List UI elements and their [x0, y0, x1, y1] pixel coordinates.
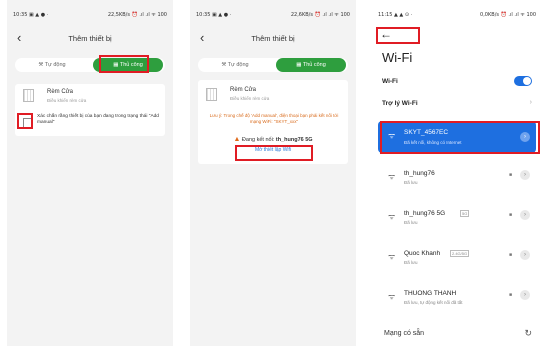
status-bar: 11:15 ▲ ▲ ⊙ · 0,0KB/s ⏰ .ıl .ıl ᯤ 100: [378, 10, 536, 20]
wrench-icon: ⚒: [221, 62, 227, 68]
network-row[interactable]: ᯤ th_hung76 Đã lưu ■ ›: [378, 166, 536, 190]
curtain-icon: [23, 89, 34, 102]
wrench-icon: ⚒: [38, 62, 44, 68]
lock-icon: ■: [508, 252, 512, 258]
network-detail-icon[interactable]: ›: [520, 170, 530, 180]
grid-icon: ▦: [296, 62, 302, 68]
warning-text: Lưu ý: Trong chế độ 'Add manual', điện t…: [209, 113, 339, 124]
status-bar: 10:35 ▣ ▲ ● · 22,6KB/s ⏰ .ıl .ıl ᯤ 100: [196, 10, 350, 20]
connected-label: Đang kết nối:: [241, 137, 275, 143]
wifi-signal-icon: ᯤ: [388, 172, 396, 181]
highlight-box-network: [380, 121, 540, 154]
network-name: th_hung76 5G: [404, 210, 446, 217]
status-bar: 10:35 ▣ ▲ ● · 22,5KB/s ⏰ .ıl .ıl ᯤ 100: [13, 10, 167, 20]
highlight-box-link: [235, 145, 313, 161]
wifi-signal-icon: ᯤ: [388, 212, 396, 221]
page-title: Wi-Fi: [382, 50, 413, 65]
network-name: THUONG THANH: [404, 290, 457, 297]
device-subtitle: Điều khiển rèm cửa: [47, 98, 87, 103]
phone-screen-2: 10:35 ▣ ▲ ● · 22,6KB/s ⏰ .ıl .ıl ᯤ 100 ‹…: [190, 0, 356, 346]
mode-toggle: ⚒ Tự động ▦ Thủ công: [198, 58, 348, 72]
band-badge: 2.4G/5G: [450, 250, 470, 257]
confirm-text: Xác chắn rằng thiết bị của bạn đang tron…: [37, 114, 159, 125]
network-status: Đã lưu: [404, 220, 418, 225]
network-status: Đã lưu: [404, 180, 418, 185]
header: ‹ Thêm thiết bị: [7, 30, 173, 50]
network-status: Đã lưu, tự động kết nối đã tắt: [404, 300, 463, 305]
device-name: Rèm Cửa: [47, 89, 74, 95]
wifi-signal-icon: ᯤ: [388, 252, 396, 261]
highlight-box-back: [376, 27, 420, 44]
tab-auto-label: Tự động: [227, 62, 249, 68]
curtain-icon: [206, 88, 217, 101]
status-time: 10:35 ▣ ▲ ● ·: [196, 12, 232, 18]
lock-icon: ■: [508, 292, 512, 298]
network-status: Đã lưu: [404, 260, 418, 265]
network-row[interactable]: ᯤ th_hung76 5G 5G Đã lưu ■ ›: [378, 206, 536, 230]
network-row[interactable]: ᯤ Quoc Khanh 2.4G/5G Đã lưu ■ ›: [378, 246, 536, 270]
status-icons: 22,5KB/s ⏰ .ıl .ıl ᯤ 100: [107, 12, 167, 18]
tab-manual[interactable]: ▦ Thủ công: [276, 58, 346, 72]
tab-auto[interactable]: ⚒ Tự động: [17, 58, 87, 72]
page-title: Thêm thiết bị: [68, 34, 112, 43]
network-name: Quoc Khanh: [404, 250, 441, 257]
phone-screen-3: 11:15 ▲ ▲ ⊙ · 0,0KB/s ⏰ .ıl .ıl ᯤ 100 ← …: [372, 0, 542, 346]
toggle-knob: [523, 77, 531, 85]
network-detail-icon[interactable]: ›: [520, 250, 530, 260]
page-title: Thêm thiết bị: [251, 34, 295, 43]
refresh-icon[interactable]: ↻: [524, 328, 532, 339]
device-card: Rèm Cửa Điều khiển rèm cửa Xác chắn rằng…: [15, 84, 165, 136]
network-detail-icon[interactable]: ›: [520, 210, 530, 220]
wifi-assistant-label[interactable]: Trợ lý Wi-Fi: [382, 100, 418, 107]
wifi-label: Wi-Fi: [382, 78, 398, 85]
highlight-box-checkbox: [17, 113, 33, 129]
status-time: 11:15 ▲ ▲ ⊙ ·: [378, 12, 413, 18]
connection-status: ▲ Đang kết nối: th_hung76 5G: [198, 136, 348, 143]
device-subtitle: Điều khiển rèm cửa: [230, 96, 270, 101]
wifi-signal-icon: ᯤ: [388, 292, 396, 301]
network-detail-icon[interactable]: ›: [520, 290, 530, 300]
available-networks-label: Mạng có sẵn: [384, 330, 425, 337]
tab-auto-label: Tự động: [44, 62, 66, 68]
wifi-toggle[interactable]: [514, 76, 532, 86]
status-icons: 22,6KB/s ⏰ .ıl .ıl ᯤ 100: [290, 12, 350, 18]
lock-icon: ■: [508, 212, 512, 218]
header: ‹ Thêm thiết bị: [190, 30, 356, 50]
warning-icon: ▲: [233, 136, 241, 143]
status-icons: 0,0KB/s ⏰ .ıl .ıl ᯤ 100: [480, 12, 536, 18]
chevron-right-icon: ›: [529, 99, 532, 106]
connected-network: th_hung76 5G: [275, 137, 313, 143]
status-time: 10:35 ▣ ▲ ● ·: [13, 12, 49, 18]
network-name: th_hung76: [404, 170, 435, 177]
lock-icon: ■: [508, 172, 512, 178]
tab-auto[interactable]: ⚒ Tự động: [200, 58, 270, 72]
device-name: Rèm Cửa: [230, 87, 257, 93]
tab-manual-label: Thủ công: [302, 62, 326, 68]
highlight-box-manual: [99, 55, 149, 73]
phone-screen-1: 10:35 ▣ ▲ ● · 22,5KB/s ⏰ .ıl .ıl ᯤ 100 ‹…: [7, 0, 173, 346]
band-badge: 5G: [460, 210, 470, 217]
network-row[interactable]: ᯤ THUONG THANH Đã lưu, tự động kết nối đ…: [378, 286, 536, 310]
